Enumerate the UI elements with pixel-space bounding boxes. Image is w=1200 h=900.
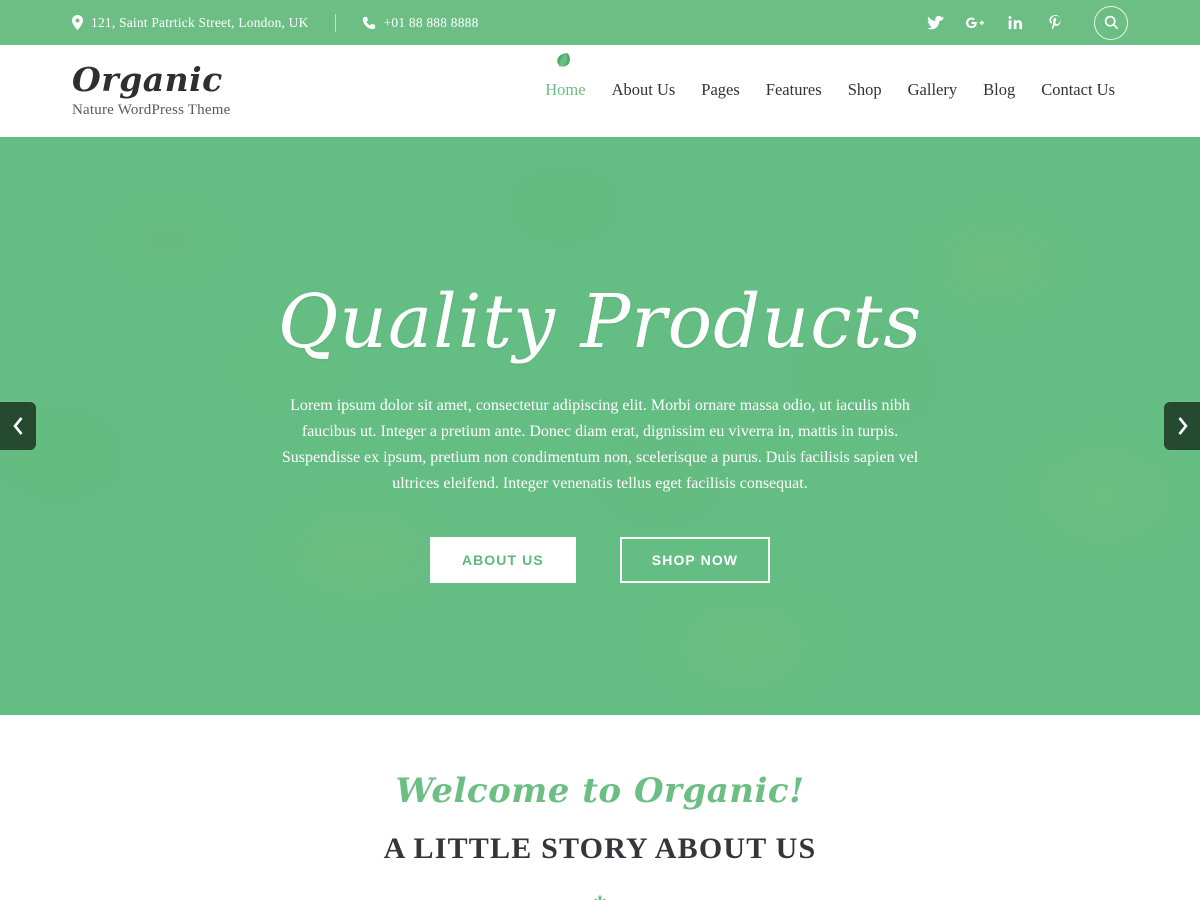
section-divider	[435, 892, 765, 900]
hero-title: Quality Products	[277, 279, 923, 365]
phone-text: +01 88 888 8888	[383, 14, 479, 30]
phone-item[interactable]: +01 88 888 8888	[362, 15, 479, 31]
topbar-divider	[334, 13, 336, 32]
google-plus-icon[interactable]	[966, 14, 984, 32]
nav-item-about-us[interactable]: About Us	[599, 79, 689, 99]
nav-label: About Us	[611, 79, 676, 99]
nav-item-pages[interactable]: Pages	[688, 79, 753, 99]
address-item: 121, Saint Patrtick Street, London, UK	[72, 15, 309, 31]
site-header: Organic Nature WordPress Theme Home Abou…	[0, 45, 1200, 137]
top-bar-contact-info: 121, Saint Patrtick Street, London, UK +…	[72, 13, 479, 32]
welcome-script-title: Welcome to Organic!	[395, 771, 805, 811]
site-logo[interactable]: Organic Nature WordPress Theme	[72, 59, 231, 120]
about-us-button[interactable]: ABOUT US	[429, 536, 576, 583]
pinterest-icon[interactable]	[1046, 14, 1064, 32]
phone-icon	[362, 16, 376, 30]
nav-item-home[interactable]: Home	[532, 52, 598, 99]
top-bar-social	[926, 5, 1128, 40]
map-pin-icon	[72, 15, 83, 30]
nav-label: Features	[765, 79, 822, 99]
welcome-heading: A LITTLE STORY ABOUT US	[383, 832, 817, 866]
welcome-section: Welcome to Organic! A LITTLE STORY ABOUT…	[0, 715, 1200, 900]
nav-label: Shop	[847, 79, 882, 99]
twitter-icon[interactable]	[926, 14, 944, 32]
nav-label: Home	[545, 79, 586, 99]
nav-item-gallery[interactable]: Gallery	[895, 79, 970, 99]
logo-text: Organic	[72, 59, 223, 99]
nav-item-features[interactable]: Features	[753, 79, 835, 99]
hero-slider: Quality Products Lorem ipsum dolor sit a…	[0, 137, 1200, 715]
leaf-icon	[552, 50, 578, 76]
hero-paragraph: Lorem ipsum dolor sit amet, consectetur …	[281, 397, 919, 492]
shop-now-button[interactable]: SHOP NOW	[619, 536, 771, 583]
slider-next-button[interactable]	[1164, 402, 1200, 450]
hero-cta-group: ABOUT US SHOP NOW	[429, 536, 771, 583]
nav-label: Pages	[701, 79, 740, 99]
logo-tagline: Nature WordPress Theme	[72, 102, 231, 119]
nav-label: Contact Us	[1041, 79, 1115, 99]
top-bar: 121, Saint Patrtick Street, London, UK +…	[0, 0, 1200, 45]
address-text: 121, Saint Patrtick Street, London, UK	[91, 14, 309, 30]
leaf-sprig-icon	[585, 892, 615, 900]
nav-item-contact-us[interactable]: Contact Us	[1028, 79, 1128, 99]
main-navigation: Home About Us Pages Features Shop Galler…	[532, 52, 1128, 101]
nav-item-shop[interactable]: Shop	[835, 79, 895, 99]
nav-item-blog[interactable]: Blog	[970, 79, 1028, 99]
nav-label: Gallery	[907, 79, 958, 99]
linkedin-icon[interactable]	[1006, 14, 1024, 32]
hero-content: Quality Products Lorem ipsum dolor sit a…	[0, 137, 1200, 715]
nav-label: Blog	[983, 79, 1016, 99]
search-button[interactable]	[1094, 5, 1128, 40]
slider-prev-button[interactable]	[0, 402, 36, 450]
